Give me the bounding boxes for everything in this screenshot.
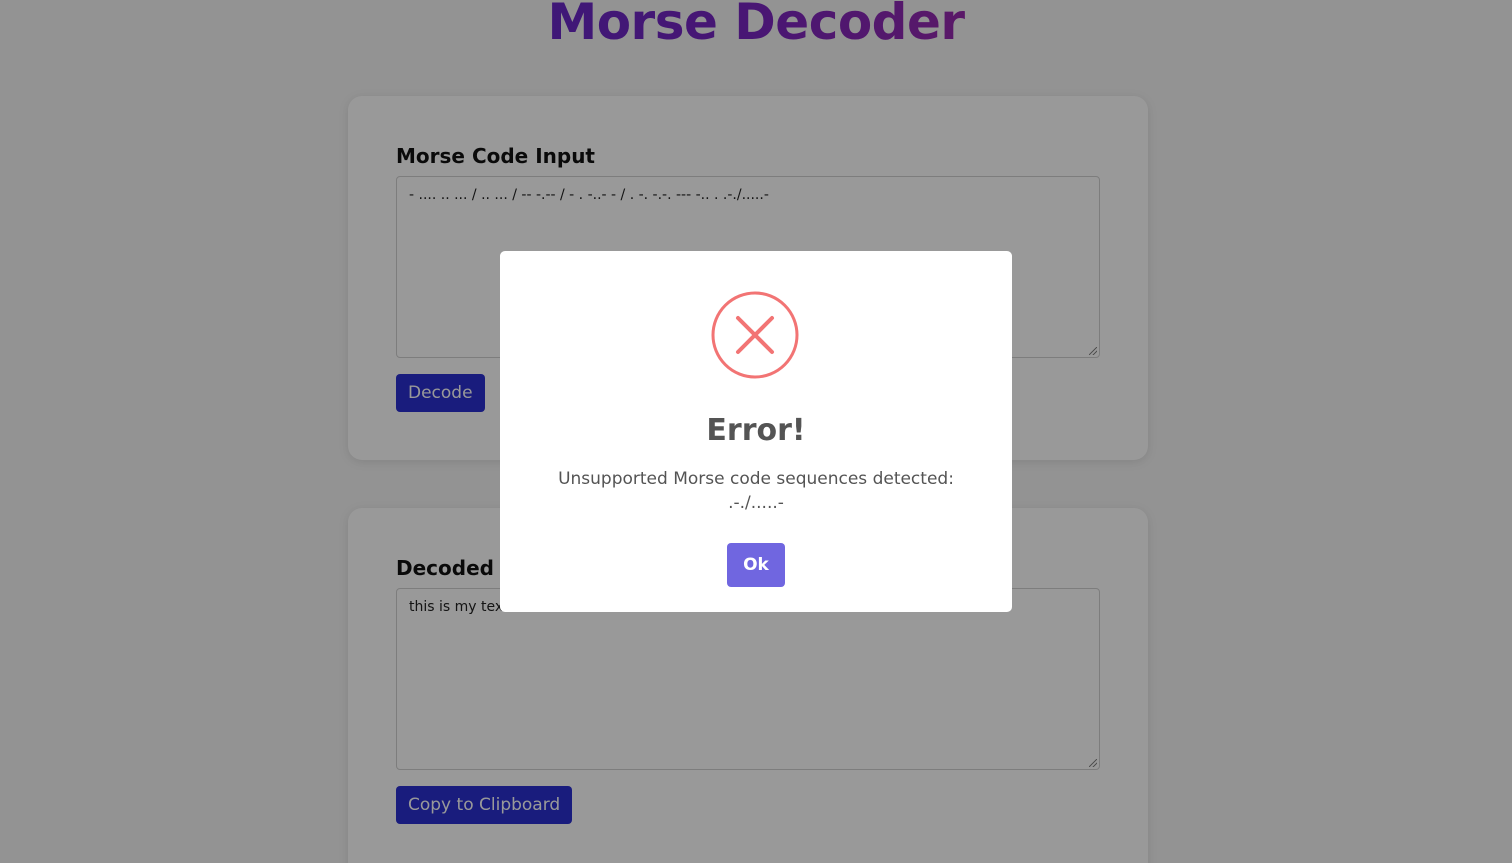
error-dialog: Error! Unsupported Morse code sequences … [500,251,1012,612]
x-circle-icon [711,291,799,379]
dialog-title: Error! [706,413,806,448]
ok-button[interactable]: Ok [727,543,785,587]
dialog-message-line1: Unsupported Morse code sequences detecte… [558,469,954,489]
dialog-message-line2: .-./.....- [728,493,784,513]
dialog-message: Unsupported Morse code sequences detecte… [540,467,972,515]
